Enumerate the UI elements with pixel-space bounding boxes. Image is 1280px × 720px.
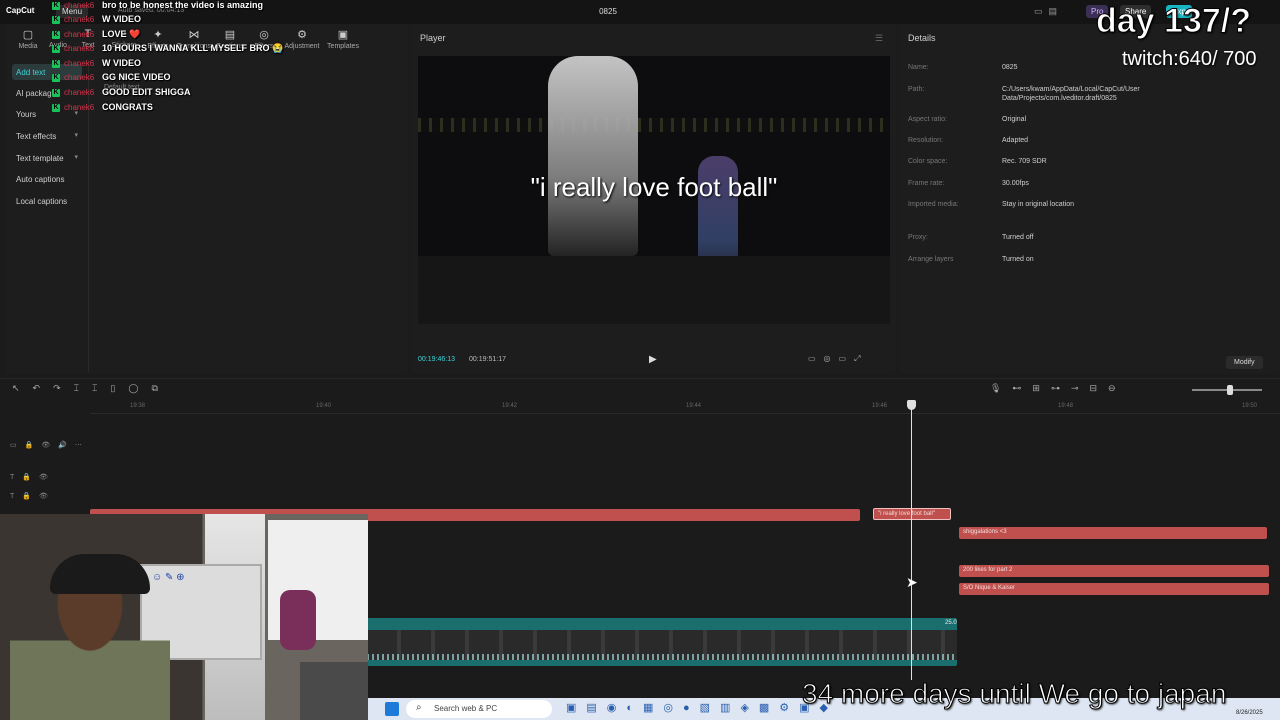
ruler-tick: 19:48 <box>1058 403 1074 409</box>
text-clip[interactable]: shiggalations <3 <box>959 527 1267 539</box>
detail-value: Adapted <box>1002 137 1029 144</box>
badge-icon: K <box>52 45 60 53</box>
time-ruler[interactable] <box>90 400 1280 414</box>
ruler-tick: 19:40 <box>316 403 332 409</box>
text-clip[interactable]: S/O Nique & Kaiser <box>959 583 1269 595</box>
badge-icon: K <box>52 60 60 68</box>
current-time: 00:19:46:13 <box>418 356 455 363</box>
layout-icons[interactable]: ▭▤ <box>1034 6 1063 17</box>
sidebar-item-text-template[interactable]: Text template ▾ <box>12 150 82 166</box>
day-counter: day 137/? <box>1096 2 1252 41</box>
playhead-handle[interactable] <box>907 400 916 410</box>
badge-icon: K <box>52 2 60 10</box>
background-lights <box>418 118 890 132</box>
details-panel <box>900 24 1280 374</box>
detail-value: Rec. 709 SDR <box>1002 158 1047 165</box>
video-caption: "i really love foot ball" <box>530 172 778 202</box>
detail-label: Arrange layers <box>908 256 954 263</box>
badge-icon: K <box>52 31 60 39</box>
badge-icon: K <box>52 104 60 112</box>
track-controls[interactable]: T🔒👁 <box>10 492 56 500</box>
ruler-tick: 19:50 <box>1242 403 1258 409</box>
twitch-counter: twitch:640/ 700 <box>1122 48 1257 70</box>
play-icon[interactable]: ▶ <box>649 354 657 365</box>
badge-icon: K <box>52 16 60 24</box>
detail-label: Name: <box>908 64 929 71</box>
detail-label: Color space: <box>908 158 948 165</box>
tool-adjustment[interactable]: ⚙ Adjustment <box>280 28 324 50</box>
taskbar-search[interactable]: Search web & PC <box>406 700 552 718</box>
streamer-hair <box>50 554 150 594</box>
detail-label: Aspect ratio: <box>908 116 947 123</box>
detail-label: Path: <box>908 86 925 93</box>
detail-value: C:/Users/kwam/AppData/Local/CapCut/User … <box>1002 86 1140 102</box>
detail-label: Proxy: <box>908 234 928 241</box>
templates-icon: ▣ <box>337 29 349 41</box>
player-controls[interactable]: ▭◎▭⤢ <box>808 354 869 364</box>
track-controls[interactable]: T🔒👁 <box>10 473 56 481</box>
ruler-tick: 19:42 <box>502 403 518 409</box>
sidebar-item-text-effects[interactable]: Text effects ▾ <box>12 128 82 144</box>
adjustment-icon: ⚙ <box>297 29 307 41</box>
badge-icon: K <box>52 89 60 97</box>
capcut-window: CapCut Menu Auto saved: 00:04:13 0825 ▭▤… <box>0 0 1280 720</box>
detail-value: Original <box>1002 116 1027 123</box>
detail-label: Frame rate: <box>908 180 945 187</box>
detail-label: Imported media: <box>908 201 959 208</box>
chair <box>280 590 316 650</box>
tool-templates[interactable]: ▣ Templates <box>321 28 365 50</box>
timeline-tools[interactable]: 🎙⊷⊞⊶⊸⊟⊖ <box>990 383 1127 394</box>
audio-waveform <box>367 654 957 660</box>
countdown-text: 34 more days until We go to japan <box>801 678 1227 710</box>
menu-icon[interactable]: ☰ <box>875 33 883 44</box>
track-controls[interactable]: ▭🔒👁🔊⋯ <box>10 441 90 449</box>
video-clip[interactable] <box>367 618 957 666</box>
detail-value: Stay in original location <box>1002 201 1074 208</box>
zoom-handle[interactable] <box>1227 385 1233 395</box>
modify-button[interactable]: Modify <box>1226 356 1263 369</box>
sidebar-item-auto-captions[interactable]: Auto captions <box>12 171 82 187</box>
chevron-down-icon: ▾ <box>74 132 78 139</box>
clip-duration: 25.0 <box>945 620 957 626</box>
detail-label: Resolution: <box>908 137 944 144</box>
windows-start-icon[interactable] <box>385 702 399 716</box>
taskbar-date: 8/26/2025 <box>1236 710 1263 716</box>
detail-value: Turned on <box>1002 256 1034 263</box>
sidebar-item-local-captions[interactable]: Local captions <box>12 193 82 209</box>
taskbar-apps[interactable]: ▣▤◉◐▦◎●▧▥◈▩⚙▣◆ <box>566 701 838 714</box>
chevron-down-icon: ▾ <box>74 154 78 161</box>
text-clip[interactable]: 200 likes for part 2 <box>959 565 1269 577</box>
badge-icon: K <box>52 74 60 82</box>
desk <box>300 662 368 720</box>
ruler-tick: 19:44 <box>686 403 702 409</box>
person-figure <box>548 56 638 256</box>
ruler-tick: 19:38 <box>130 403 146 409</box>
cursor-icon: ➤ <box>906 574 918 590</box>
detail-value: Turned off <box>1002 234 1034 241</box>
playhead-line[interactable] <box>911 400 912 680</box>
detail-value: 30.00fps <box>1002 180 1029 187</box>
webcam-feed: ☺ ✎ ⊕ <box>0 514 368 720</box>
edit-tools[interactable]: ↖↶↷⌶⌶▯◯⧉ <box>12 383 171 394</box>
text-clip[interactable]: "i really love foot ball" <box>873 508 951 520</box>
player-title: Player <box>420 33 446 43</box>
total-time: 00:19:51:17 <box>469 356 506 363</box>
ground <box>418 256 890 324</box>
details-title: Details <box>908 33 936 43</box>
ruler-tick: 19:46 <box>872 403 888 409</box>
search-icon: ⌕ <box>416 702 422 713</box>
